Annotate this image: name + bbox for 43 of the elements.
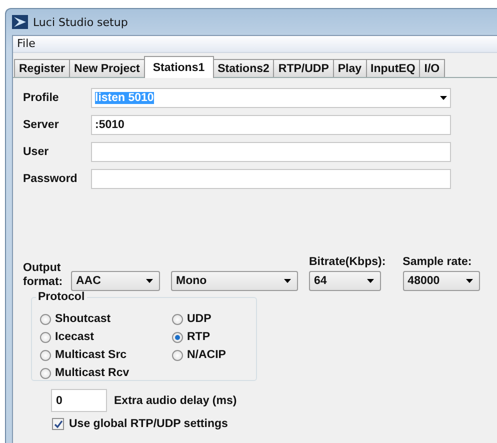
radio-option[interactable]: Multicast Rcv — [40, 364, 172, 382]
radio-option[interactable]: RTP — [172, 328, 252, 346]
dropdown[interactable]: Mono — [171, 271, 298, 291]
tab[interactable]: RTP/UDP — [273, 59, 334, 77]
caret-icon — [146, 279, 153, 283]
caret-icon — [367, 279, 374, 283]
caret-icon — [466, 279, 473, 283]
field-label: User — [23, 146, 50, 158]
output-format-label: Output format: — [23, 261, 64, 290]
field-value: listen 5010 — [95, 92, 154, 104]
radio-option[interactable]: UDP — [172, 310, 252, 328]
radio-option[interactable]: Icecast — [40, 328, 172, 346]
field-value: :5010 — [95, 118, 124, 130]
input-field[interactable] — [91, 142, 451, 162]
dropdown[interactable]: 48000 — [402, 271, 480, 291]
window-title: Luci Studio setup — [33, 16, 128, 28]
tab[interactable]: Stations2 — [212, 59, 274, 77]
tab[interactable]: Register — [14, 59, 70, 77]
field-label: Profile — [23, 92, 60, 104]
tab[interactable]: Play — [332, 59, 367, 77]
menu-item[interactable]: File — [17, 37, 36, 51]
dropdown[interactable]: 64 — [309, 271, 381, 291]
radio-option[interactable]: Multicast Src — [40, 346, 172, 364]
caret-icon — [284, 279, 291, 283]
tab[interactable]: InputEQ — [366, 59, 420, 77]
input-field[interactable]: 0 — [51, 389, 107, 412]
radio-option[interactable]: Shoutcast — [40, 310, 172, 328]
input-field[interactable] — [91, 168, 451, 188]
field-label: Password — [23, 172, 78, 184]
dropdown[interactable]: AAC — [71, 271, 160, 291]
field-label: Server — [23, 118, 60, 130]
sample-rate-label: Sample rate: — [402, 256, 473, 268]
bitrate-label: Bitrate(Kbps): — [309, 256, 386, 268]
group-title: Protocol — [36, 291, 87, 303]
caret-icon — [440, 96, 447, 100]
input-field[interactable]: :5010 — [91, 114, 451, 134]
tab[interactable]: New Project — [69, 59, 145, 77]
tab[interactable]: Stations1 — [144, 56, 214, 78]
radio-option[interactable]: N/ACIP — [172, 346, 252, 364]
app-logo-icon — [12, 15, 28, 29]
tab[interactable]: I/O — [419, 59, 445, 77]
delay-label: Extra audio delay (ms) — [114, 394, 237, 406]
checkbox-option[interactable]: Use global RTP/UDP settings — [52, 418, 228, 430]
